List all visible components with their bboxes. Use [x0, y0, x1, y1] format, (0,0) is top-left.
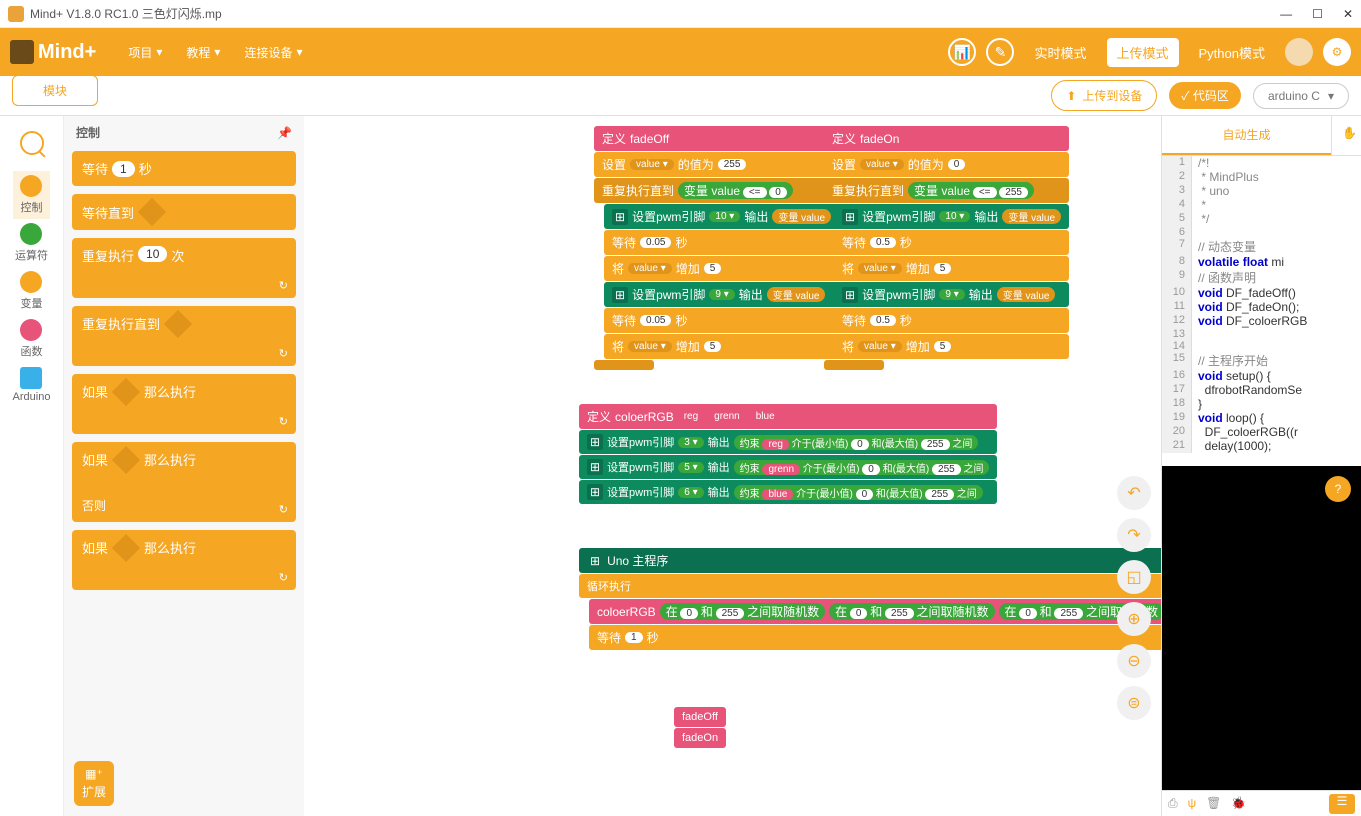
chart-icon[interactable]: 📊 — [948, 38, 976, 66]
tab-auto[interactable]: 自动生成 — [1162, 116, 1331, 155]
bug-icon[interactable]: 🐞 — [1231, 796, 1246, 811]
toolbar: 模块 ⬆ 上传到设备 ✓ 代码区 arduino C ▾ — [0, 76, 1361, 116]
puzzle-icon: ▦⁺ — [85, 767, 103, 781]
mode-realtime[interactable]: 实时模式 — [1024, 38, 1096, 67]
palette-block-ifthen[interactable]: 如果 那么执行↻ — [72, 374, 296, 434]
stack-fadeoff[interactable]: 定义 fadeOff 设置value ▾的值为255 重复执行直到变量 valu… — [594, 126, 839, 371]
category-dot — [20, 271, 42, 293]
arduino-icon — [20, 367, 42, 389]
mode-python[interactable]: Python模式 — [1189, 38, 1275, 67]
stack-colorrgb[interactable]: 定义 coloerRGB reg grenn blue ⊞ 设置pwm引脚 3 … — [579, 404, 997, 505]
category-dot — [20, 175, 42, 197]
code-viewer[interactable]: 1/*!2 * MindPlus3 * uno4 *5 */67// 动态变量8… — [1162, 156, 1361, 466]
sidebar: 控制运算符变量函数Arduino — [0, 116, 64, 816]
define-block: 定义 fadeOff — [594, 126, 839, 151]
pin-icon[interactable]: 📌 — [277, 126, 292, 140]
usb-icon[interactable]: ⎙ — [1168, 796, 1178, 811]
maximize-button[interactable]: ☐ — [1312, 7, 1323, 21]
minimize-button[interactable]: — — [1280, 7, 1292, 21]
main: 控制运算符变量函数Arduino 控制 📌 等待 1 秒等待直到 重复执行 10… — [0, 116, 1361, 816]
palette-block-repeat[interactable]: 重复执行 10 次↻ — [72, 238, 296, 298]
gear-icon[interactable]: ⚙ — [1323, 38, 1351, 66]
menu-connect[interactable]: 连接设备 ▾ — [232, 44, 314, 61]
sidebar-cat-变量[interactable]: 变量 — [13, 267, 51, 315]
menu-icon[interactable]: ☰ — [1329, 794, 1355, 814]
edit-icon[interactable]: ✎ — [986, 38, 1014, 66]
mode-upload[interactable]: 上传模式 — [1107, 38, 1179, 67]
upload-button[interactable]: ⬆ 上传到设备 — [1051, 80, 1157, 111]
usb2-icon[interactable]: ψ — [1188, 796, 1197, 811]
stack-calls[interactable]: fadeOff fadeOn — [674, 707, 726, 749]
palette-header: 控制 — [76, 124, 100, 141]
upload-icon: ⬆ — [1066, 89, 1076, 103]
codearea-button[interactable]: ✓ 代码区 — [1169, 82, 1241, 109]
tab-manual-icon[interactable]: ✋ — [1331, 116, 1361, 155]
palette-block-wait[interactable]: 等待 1 秒 — [72, 151, 296, 186]
titlebar: Mind+ V1.8.0 RC1.0 三色灯闪烁.mp — ☐ ✕ — [0, 0, 1361, 28]
menu-project[interactable]: 项目 ▾ — [116, 44, 174, 61]
crop-button[interactable]: ◱ — [1117, 560, 1151, 594]
language-dropdown[interactable]: arduino C ▾ — [1253, 83, 1349, 109]
category-dot — [20, 319, 42, 341]
close-button[interactable]: ✕ — [1343, 7, 1353, 21]
block-palette: 控制 📌 等待 1 秒等待直到 重复执行 10 次↻ 重复执行直到 ↻ 如果 那么执… — [64, 116, 304, 816]
palette-block-repeatuntil[interactable]: 重复执行直到 ↻ — [72, 306, 296, 366]
search-icon[interactable] — [20, 131, 44, 155]
sidebar-cat-运算符[interactable]: 运算符 — [13, 219, 51, 267]
trash-icon[interactable]: 🗑 — [1206, 796, 1221, 811]
chevron-down-icon: ▾ — [214, 45, 220, 59]
category-dot — [20, 223, 42, 245]
palette-block-waituntil[interactable]: 等待直到 — [72, 194, 296, 230]
palette-block-ifelse[interactable]: 如果 那么执行否则↻ — [72, 442, 296, 522]
menubar: Mind+ 项目 ▾ 教程 ▾ 连接设备 ▾ 📊 ✎ 实时模式 上传模式 Pyt… — [0, 28, 1361, 76]
logo-icon — [10, 40, 34, 64]
window-controls: — ☐ ✕ — [1280, 7, 1353, 21]
tab-modules[interactable]: 模块 — [12, 75, 98, 106]
terminal[interactable]: ? — [1162, 466, 1361, 790]
logo: Mind+ — [10, 40, 96, 64]
stack-main[interactable]: ⊞ Uno 主程序 循环执行 coloerRGB 在 0 和 255 之间取随机… — [579, 548, 1161, 651]
zoom-out-button[interactable]: ⊖ — [1117, 644, 1151, 678]
statusbar: ⎙ ψ 🗑 🐞 ☰ — [1162, 790, 1361, 816]
reset-zoom-button[interactable]: ⊜ — [1117, 686, 1151, 720]
canvas[interactable]: 定义 fadeOff 设置value ▾的值为255 重复执行直到变量 valu… — [304, 116, 1161, 816]
palette-block-ifthen2[interactable]: 如果 那么执行↻ — [72, 530, 296, 590]
window-title: Mind+ V1.8.0 RC1.0 三色灯闪烁.mp — [30, 5, 222, 22]
avatar[interactable] — [1285, 38, 1313, 66]
chevron-down-icon: ▾ — [296, 45, 302, 59]
undo-button[interactable]: ↶ — [1117, 476, 1151, 510]
stack-fadeon[interactable]: 定义 fadeOn 设置value ▾的值为0 重复执行直到变量 value <… — [824, 126, 1069, 371]
zoom-in-button[interactable]: ⊕ — [1117, 602, 1151, 636]
app-icon — [8, 6, 24, 22]
menu-tutorial[interactable]: 教程 ▾ — [174, 44, 232, 61]
logo-text: Mind+ — [38, 41, 96, 64]
extension-button[interactable]: ▦⁺ 扩展 — [74, 761, 114, 806]
canvas-controls: ↶ ↷ ◱ ⊕ ⊖ ⊜ — [1117, 476, 1151, 720]
chevron-down-icon: ▾ — [1328, 89, 1334, 103]
sidebar-cat-控制[interactable]: 控制 — [13, 171, 51, 219]
redo-button[interactable]: ↷ — [1117, 518, 1151, 552]
chevron-down-icon: ▾ — [156, 45, 162, 59]
help-button[interactable]: ? — [1325, 476, 1351, 502]
sidebar-cat-Arduino[interactable]: Arduino — [13, 363, 51, 407]
right-panel: 自动生成 ✋ 1/*!2 * MindPlus3 * uno4 *5 */67/… — [1161, 116, 1361, 816]
sidebar-cat-函数[interactable]: 函数 — [13, 315, 51, 363]
